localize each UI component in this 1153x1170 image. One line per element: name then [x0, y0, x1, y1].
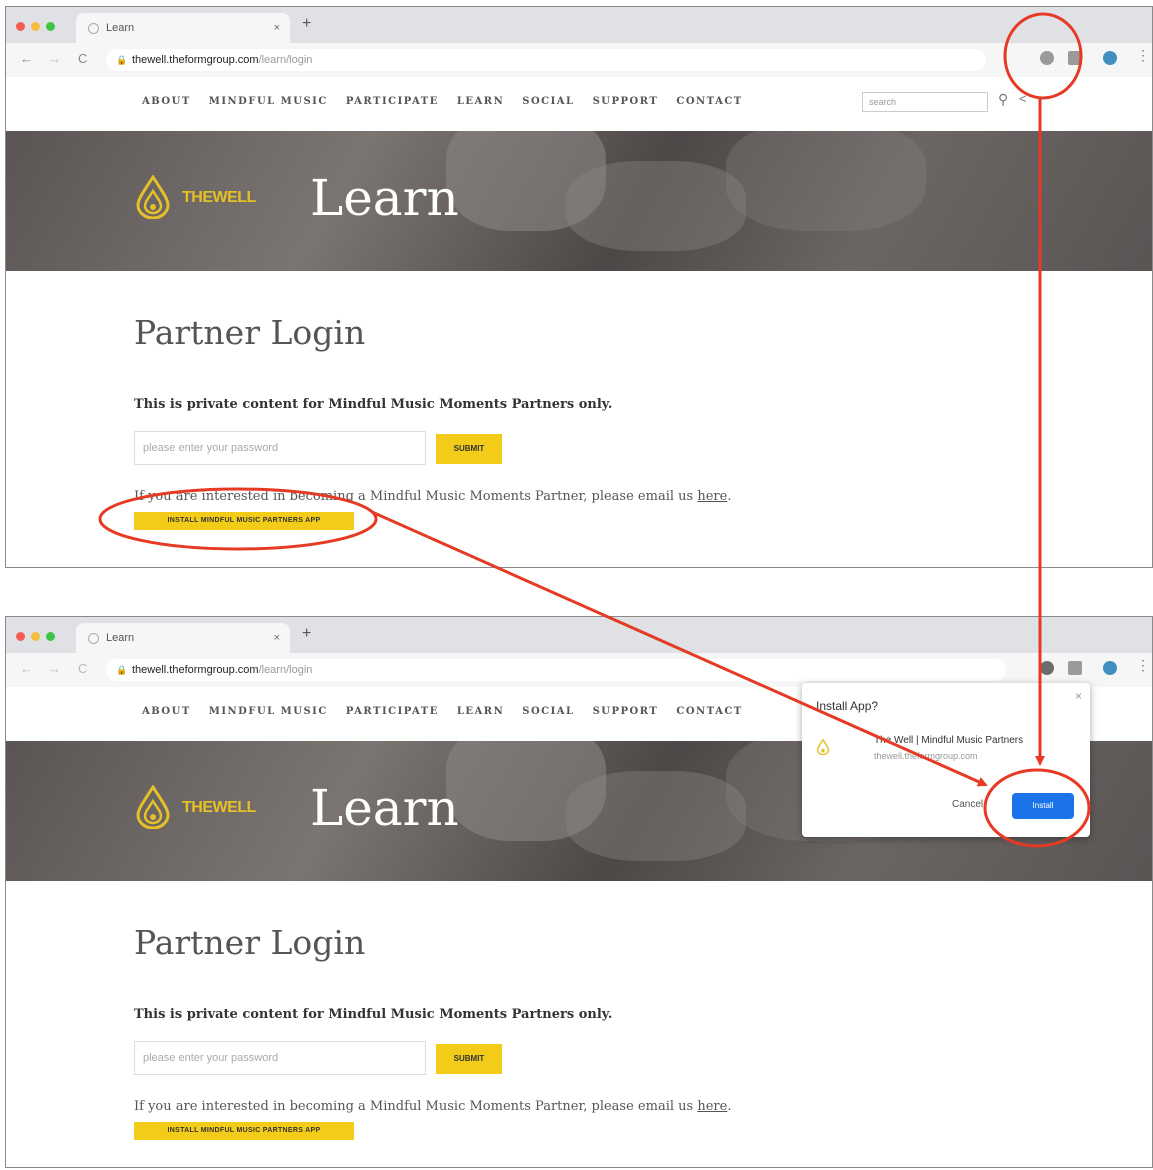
- annotation-arrow-diagonal: [371, 510, 988, 787]
- annotation-overlay: [98, 12, 1091, 848]
- annotation-ellipse-install-button: [98, 487, 378, 551]
- annotation-circle-install-icon: [1003, 12, 1083, 100]
- annotation-circle-dialog-install: [983, 768, 1091, 848]
